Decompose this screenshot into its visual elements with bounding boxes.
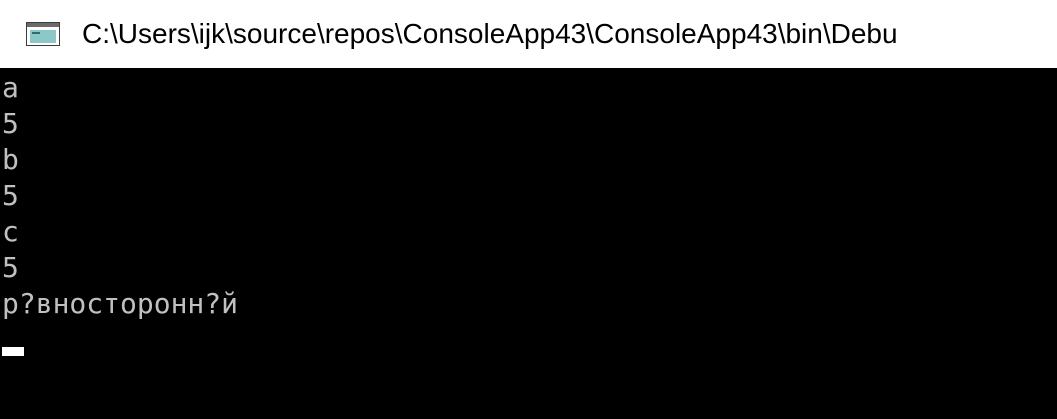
console-line: р?вносторонн?й — [2, 287, 239, 320]
console-line: b — [2, 143, 19, 176]
console-window-icon — [26, 22, 60, 46]
console-window: C:\Users\ijk\source\repos\ConsoleApp43\C… — [0, 0, 1057, 419]
console-line: 5 — [2, 179, 19, 212]
text-cursor — [2, 347, 24, 356]
console-line: 5 — [2, 251, 19, 284]
title-bar[interactable]: C:\Users\ijk\source\repos\ConsoleApp43\C… — [0, 0, 1057, 68]
console-line: a — [2, 71, 19, 104]
console-line: 5 — [2, 107, 19, 140]
console-line: c — [2, 215, 19, 248]
window-title: C:\Users\ijk\source\repos\ConsoleApp43\C… — [82, 18, 898, 49]
console-output[interactable]: a 5 b 5 c 5 р?вносторонн?й — [0, 68, 1057, 419]
